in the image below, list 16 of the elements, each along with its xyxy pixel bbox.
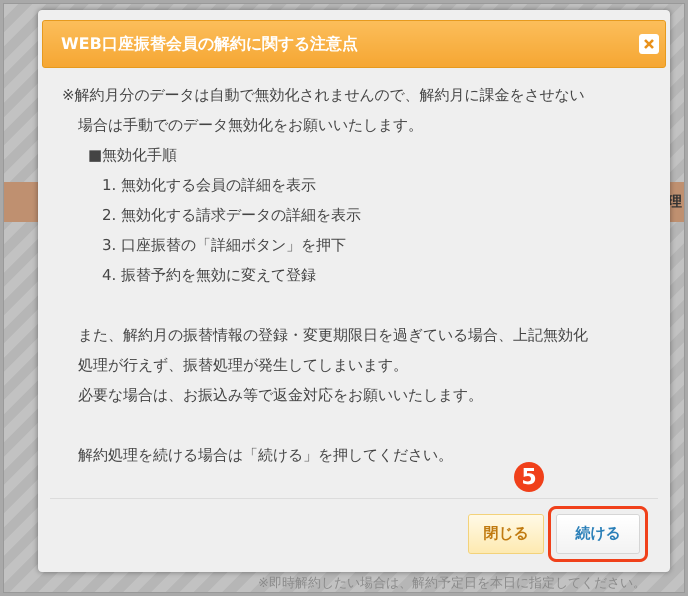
dialog-text: 処理が行えず、振替処理が発生してしまいます。 [78, 354, 408, 376]
close-icon[interactable] [639, 34, 659, 54]
dialog-text: 場合は手動でのデータ無効化をお願いいたします。 [78, 114, 423, 136]
dialog-text: 必要な場合は、お振込み等で返金対応をお願いいたします。 [78, 384, 483, 406]
dialog-text: ■無効化手順 [88, 144, 178, 166]
continue-button[interactable]: 続ける [556, 514, 640, 554]
dialog-title: WEB口座振替会員の解約に関する注意点 [61, 33, 358, 55]
dialog-text: ※解約月分のデータは自動で無効化されませんので、解約月に課金をさせない [62, 84, 585, 106]
dialog-text: 解約処理を続ける場合は「続ける」を押してください。 [78, 444, 453, 466]
dialog-text: 4. 振替予約を無効に変えて登録 [102, 264, 316, 286]
dialog-text: 3. 口座振替の「詳細ボタン」を押下 [102, 234, 346, 256]
close-button[interactable]: 閉じる [468, 514, 544, 554]
dialog-text: 1. 無効化する会員の詳細を表示 [102, 174, 316, 196]
dialog-text: 2. 無効化する請求データの詳細を表示 [102, 204, 362, 226]
note-text: ※即時解約したい場合は、解約予定日を本日に指定してください。 [258, 576, 646, 591]
dialog-text: また、解約月の振替情報の登録・変更期限日を過ぎている場合、上記無効化 [78, 324, 588, 346]
